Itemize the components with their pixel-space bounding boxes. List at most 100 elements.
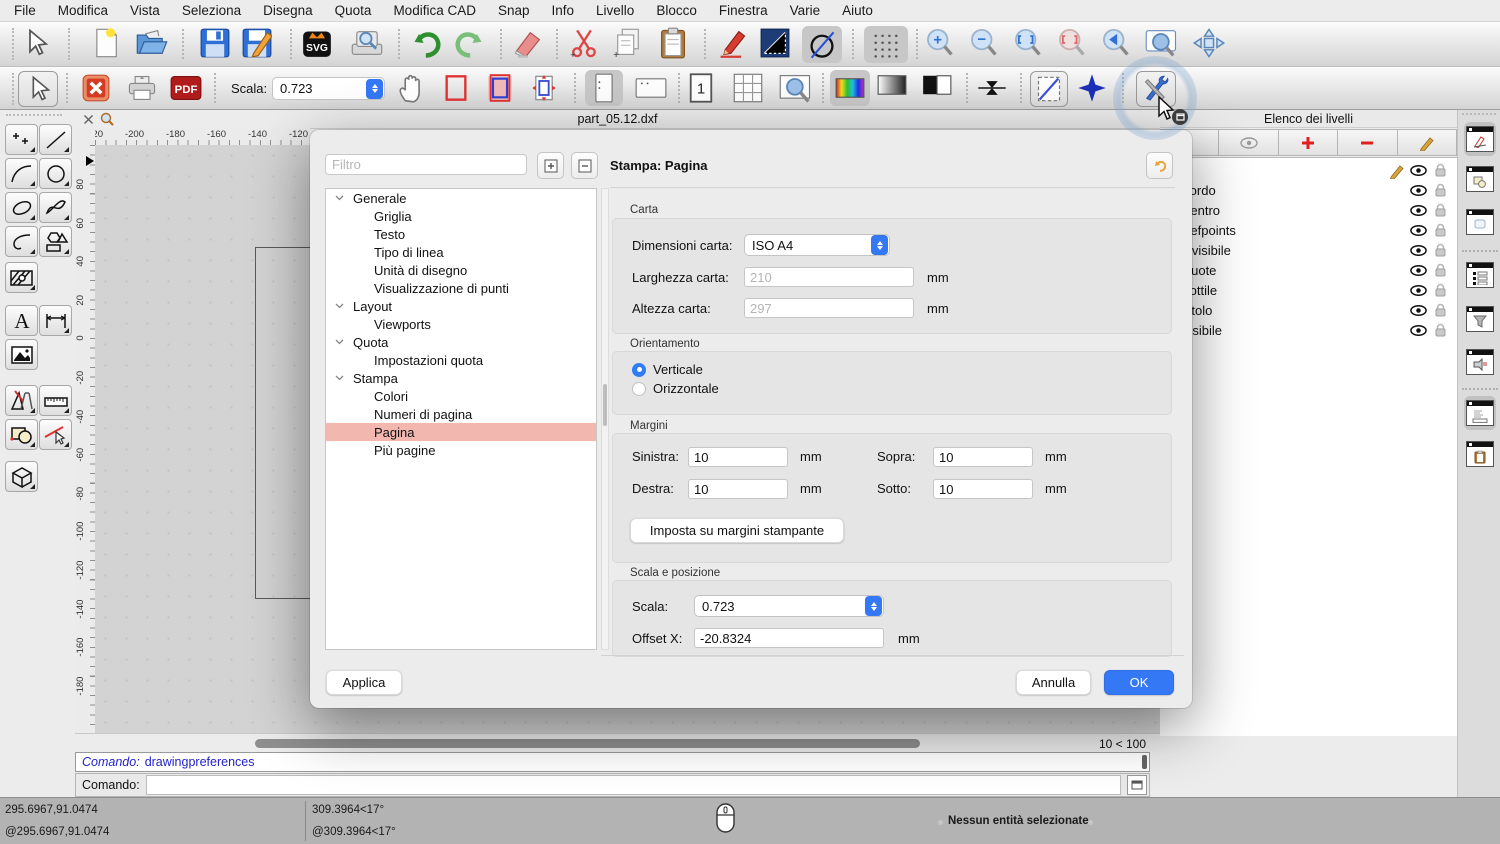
snap-tools-button[interactable] bbox=[39, 419, 72, 450]
paper-size-combobox[interactable]: ISO A4 bbox=[744, 234, 890, 256]
zoom-selection-button[interactable] bbox=[1056, 27, 1088, 59]
layer-row[interactable]: 0 bbox=[1160, 161, 1457, 181]
toolbar-drag-handle[interactable] bbox=[12, 73, 16, 105]
chevron-down-icon[interactable] bbox=[335, 303, 345, 309]
zoom-window-button[interactable] bbox=[1144, 27, 1180, 59]
layer-row[interactable]: Centro bbox=[1160, 201, 1457, 221]
layer-visibility-icon[interactable] bbox=[1410, 323, 1427, 338]
block-panel-toggle[interactable] bbox=[1464, 162, 1496, 196]
history-scrollbar[interactable] bbox=[1142, 755, 1147, 769]
tree-item[interactable]: Visualizzazione di punti bbox=[326, 279, 596, 297]
layer-row[interactable]: Titolo bbox=[1160, 301, 1457, 321]
menu-item[interactable]: File bbox=[14, 3, 36, 18]
menu-item[interactable]: Modifica bbox=[58, 3, 108, 18]
multi-page-button[interactable] bbox=[732, 72, 764, 104]
menu-item[interactable]: Finestra bbox=[719, 3, 768, 18]
layer-row[interactable]: Defpoints bbox=[1160, 221, 1457, 241]
menu-item[interactable]: Aiuto bbox=[842, 3, 873, 18]
horizontal-scrollbar[interactable]: 10 < 100 bbox=[75, 733, 1160, 753]
cut-button[interactable]: + bbox=[568, 27, 600, 59]
print-button[interactable] bbox=[126, 74, 158, 102]
layer-row[interactable]: Invisibile bbox=[1160, 241, 1457, 261]
tree-item[interactable]: Viewports bbox=[326, 315, 596, 333]
save-button[interactable] bbox=[200, 28, 230, 58]
ellipse-tools-button[interactable] bbox=[5, 192, 38, 223]
hatch-tools-button[interactable] bbox=[5, 262, 38, 293]
margin-input[interactable] bbox=[933, 479, 1033, 499]
layer-lock-icon[interactable] bbox=[1434, 183, 1447, 198]
tree-item[interactable]: Testo bbox=[326, 225, 596, 243]
layer-lock-icon[interactable] bbox=[1434, 263, 1447, 278]
delete-button[interactable] bbox=[512, 28, 544, 58]
layer-visibility-icon[interactable] bbox=[1410, 183, 1427, 198]
measure-tools-button[interactable] bbox=[39, 385, 72, 416]
menu-item[interactable]: Varie bbox=[790, 3, 821, 18]
expand-all-button[interactable] bbox=[537, 152, 564, 179]
layer-panel-toggle[interactable] bbox=[1464, 122, 1496, 156]
pan-hand-button[interactable] bbox=[396, 73, 426, 103]
paste-button[interactable] bbox=[658, 27, 688, 59]
grayscale-button[interactable] bbox=[877, 74, 907, 96]
zoom-out-button[interactable]: − bbox=[968, 27, 1000, 59]
tree-item[interactable]: Generale bbox=[326, 189, 596, 207]
toggle-visibility-button[interactable] bbox=[1219, 129, 1278, 156]
center-marks-button[interactable] bbox=[976, 74, 1008, 102]
layer-lock-icon[interactable] bbox=[1434, 203, 1447, 218]
tree-item[interactable]: Pagina bbox=[326, 423, 596, 441]
polyline-tools-button[interactable] bbox=[5, 226, 38, 257]
page-borders-button[interactable] bbox=[486, 74, 514, 102]
toolbar-drag-handle[interactable] bbox=[12, 28, 16, 60]
layer-lock-icon[interactable] bbox=[1434, 303, 1447, 318]
image-tool-button[interactable] bbox=[5, 339, 38, 370]
menu-item[interactable]: Blocco bbox=[656, 3, 697, 18]
chevron-down-icon[interactable] bbox=[335, 375, 345, 381]
grid-toggle-button[interactable] bbox=[864, 26, 908, 63]
margin-input[interactable] bbox=[688, 479, 788, 499]
portrait-button[interactable] bbox=[585, 70, 623, 106]
layer-visibility-icon[interactable] bbox=[1410, 243, 1427, 258]
svg-export-button[interactable]: SVG bbox=[302, 28, 332, 58]
strip-drag-handle[interactable] bbox=[1462, 113, 1496, 117]
filter-input[interactable] bbox=[325, 154, 527, 175]
tree-item[interactable]: Impostazioni quota bbox=[326, 351, 596, 369]
layer-row[interactable]: Bordo bbox=[1160, 181, 1457, 201]
scrollbar-thumb[interactable] bbox=[255, 739, 920, 748]
point-tools-button[interactable] bbox=[5, 124, 38, 155]
pointer-button[interactable] bbox=[22, 28, 48, 58]
shape-tools-button[interactable] bbox=[39, 226, 72, 257]
menu-item[interactable]: Info bbox=[552, 3, 575, 18]
selection-filter-toggle[interactable] bbox=[1464, 302, 1496, 336]
add-layer-button[interactable] bbox=[1279, 129, 1338, 156]
printer-margins-button[interactable]: Imposta su margini stampante bbox=[630, 518, 844, 543]
circle-tools-button[interactable] bbox=[39, 158, 72, 189]
cancel-button[interactable]: Annulla bbox=[1016, 670, 1091, 695]
layer-lock-icon[interactable] bbox=[1434, 163, 1447, 178]
ok-button[interactable]: OK bbox=[1104, 670, 1174, 695]
tree-item[interactable]: Stampa bbox=[326, 369, 596, 387]
layer-row[interactable]: Sottile bbox=[1160, 281, 1457, 301]
undo-button[interactable] bbox=[410, 27, 444, 59]
text-tool-button[interactable]: A bbox=[5, 305, 38, 336]
zoom-to-page-button[interactable] bbox=[778, 72, 814, 104]
layer-lock-icon[interactable] bbox=[1434, 283, 1447, 298]
layer-visibility-icon[interactable] bbox=[1410, 203, 1427, 218]
command-line-toggle[interactable] bbox=[1464, 396, 1496, 430]
layer-row[interactable]: Visibile bbox=[1160, 321, 1457, 341]
paper-width-field[interactable] bbox=[744, 267, 914, 287]
edit-layer-button[interactable] bbox=[1398, 129, 1457, 156]
remove-layer-button[interactable] bbox=[1338, 129, 1397, 156]
menu-item[interactable]: Seleziona bbox=[182, 3, 241, 18]
dialog-scale-combobox[interactable]: 0.723 bbox=[694, 595, 884, 617]
new-file-button[interactable] bbox=[92, 27, 120, 59]
tree-item[interactable]: Numeri di pagina bbox=[326, 405, 596, 423]
margin-input[interactable] bbox=[933, 447, 1033, 467]
landscape-button[interactable] bbox=[632, 70, 670, 106]
full-color-button[interactable] bbox=[830, 70, 870, 106]
viewport-panel-toggle[interactable] bbox=[1464, 205, 1496, 239]
auto-fit-page-button[interactable] bbox=[530, 74, 558, 102]
chevron-down-icon[interactable] bbox=[335, 195, 345, 201]
open-file-button[interactable] bbox=[135, 29, 169, 57]
layer-visibility-icon[interactable] bbox=[1410, 263, 1427, 278]
close-preview-button[interactable] bbox=[82, 74, 110, 102]
chevron-down-icon[interactable] bbox=[335, 339, 345, 345]
